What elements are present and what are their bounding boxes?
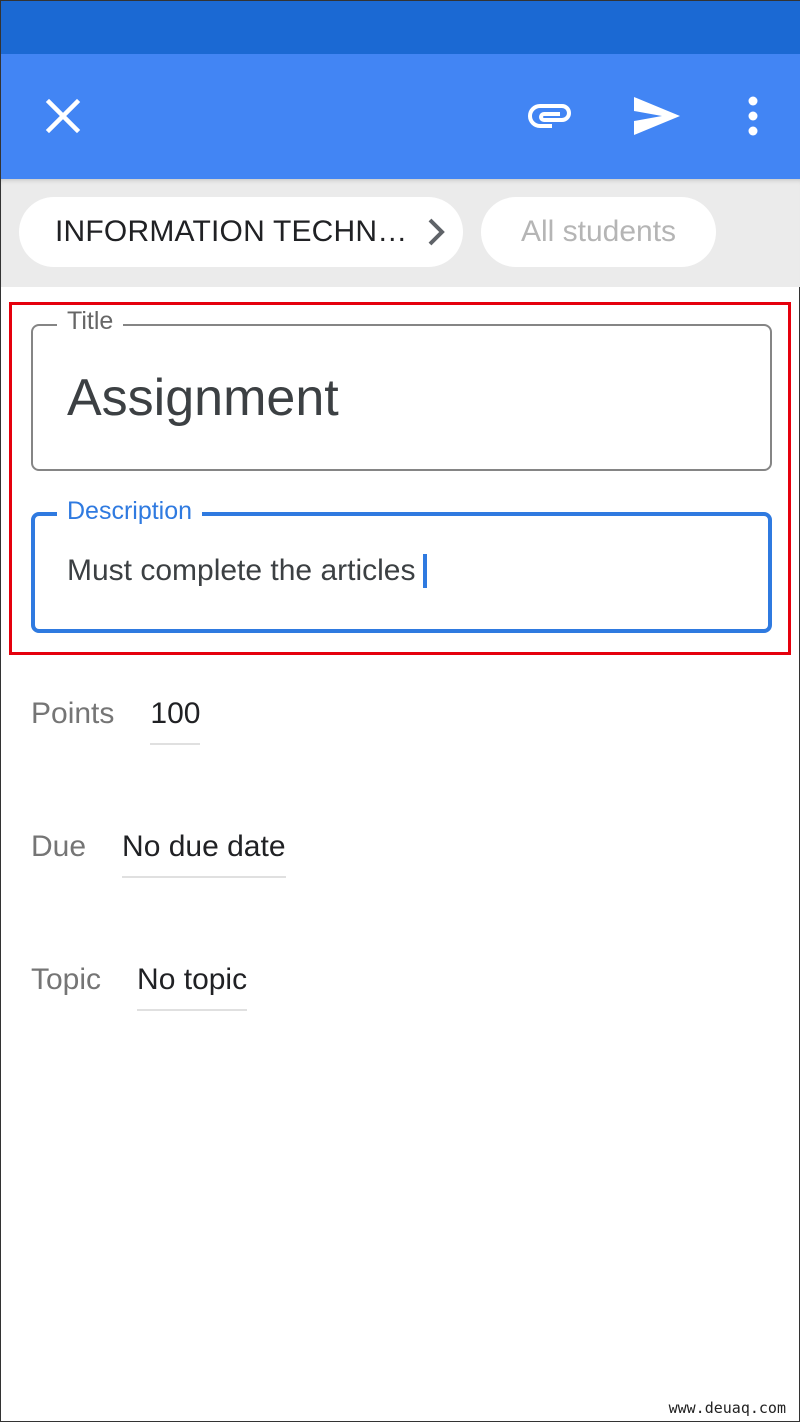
- more-vert-icon: [748, 96, 758, 136]
- class-selector-chip[interactable]: INFORMATION TECHN…: [19, 197, 463, 267]
- chevron-right-icon: [428, 218, 445, 246]
- attach-button[interactable]: [519, 84, 583, 148]
- topic-label: Topic: [31, 963, 102, 996]
- points-label: Points: [31, 697, 115, 730]
- points-input[interactable]: 100: [150, 697, 201, 745]
- class-audience-bar: INFORMATION TECHN… All students: [1, 179, 800, 287]
- description-input[interactable]: Must complete the articles: [67, 554, 428, 588]
- title-field[interactable]: Title Assignment: [31, 306, 772, 471]
- description-field[interactable]: Description Must complete the articles: [31, 496, 772, 633]
- topic-selector[interactable]: No topic: [137, 963, 248, 1011]
- more-options-button[interactable]: [721, 84, 785, 148]
- audience-label: All students: [520, 215, 677, 248]
- title-input[interactable]: Assignment: [67, 368, 339, 428]
- text-cursor: [423, 554, 428, 588]
- due-row: Due No due date: [31, 830, 286, 878]
- send-icon: [634, 97, 680, 135]
- due-date-selector[interactable]: No due date: [122, 830, 286, 878]
- watermark: www.deuaq.com: [668, 1399, 786, 1417]
- close-icon: [45, 98, 81, 134]
- points-row: Points 100: [31, 697, 201, 745]
- app-bar: [1, 54, 800, 179]
- status-bar: [1, 1, 800, 54]
- paperclip-icon: [528, 104, 571, 128]
- topic-row: Topic No topic: [31, 963, 248, 1011]
- title-label: Title: [57, 306, 124, 336]
- due-label: Due: [31, 830, 87, 863]
- close-button[interactable]: [31, 84, 95, 148]
- class-name: INFORMATION TECHN…: [55, 215, 408, 248]
- description-label: Description: [57, 496, 203, 526]
- description-text: Must complete the articles: [67, 554, 416, 587]
- send-button[interactable]: [625, 84, 689, 148]
- audience-selector-chip[interactable]: All students: [481, 197, 716, 267]
